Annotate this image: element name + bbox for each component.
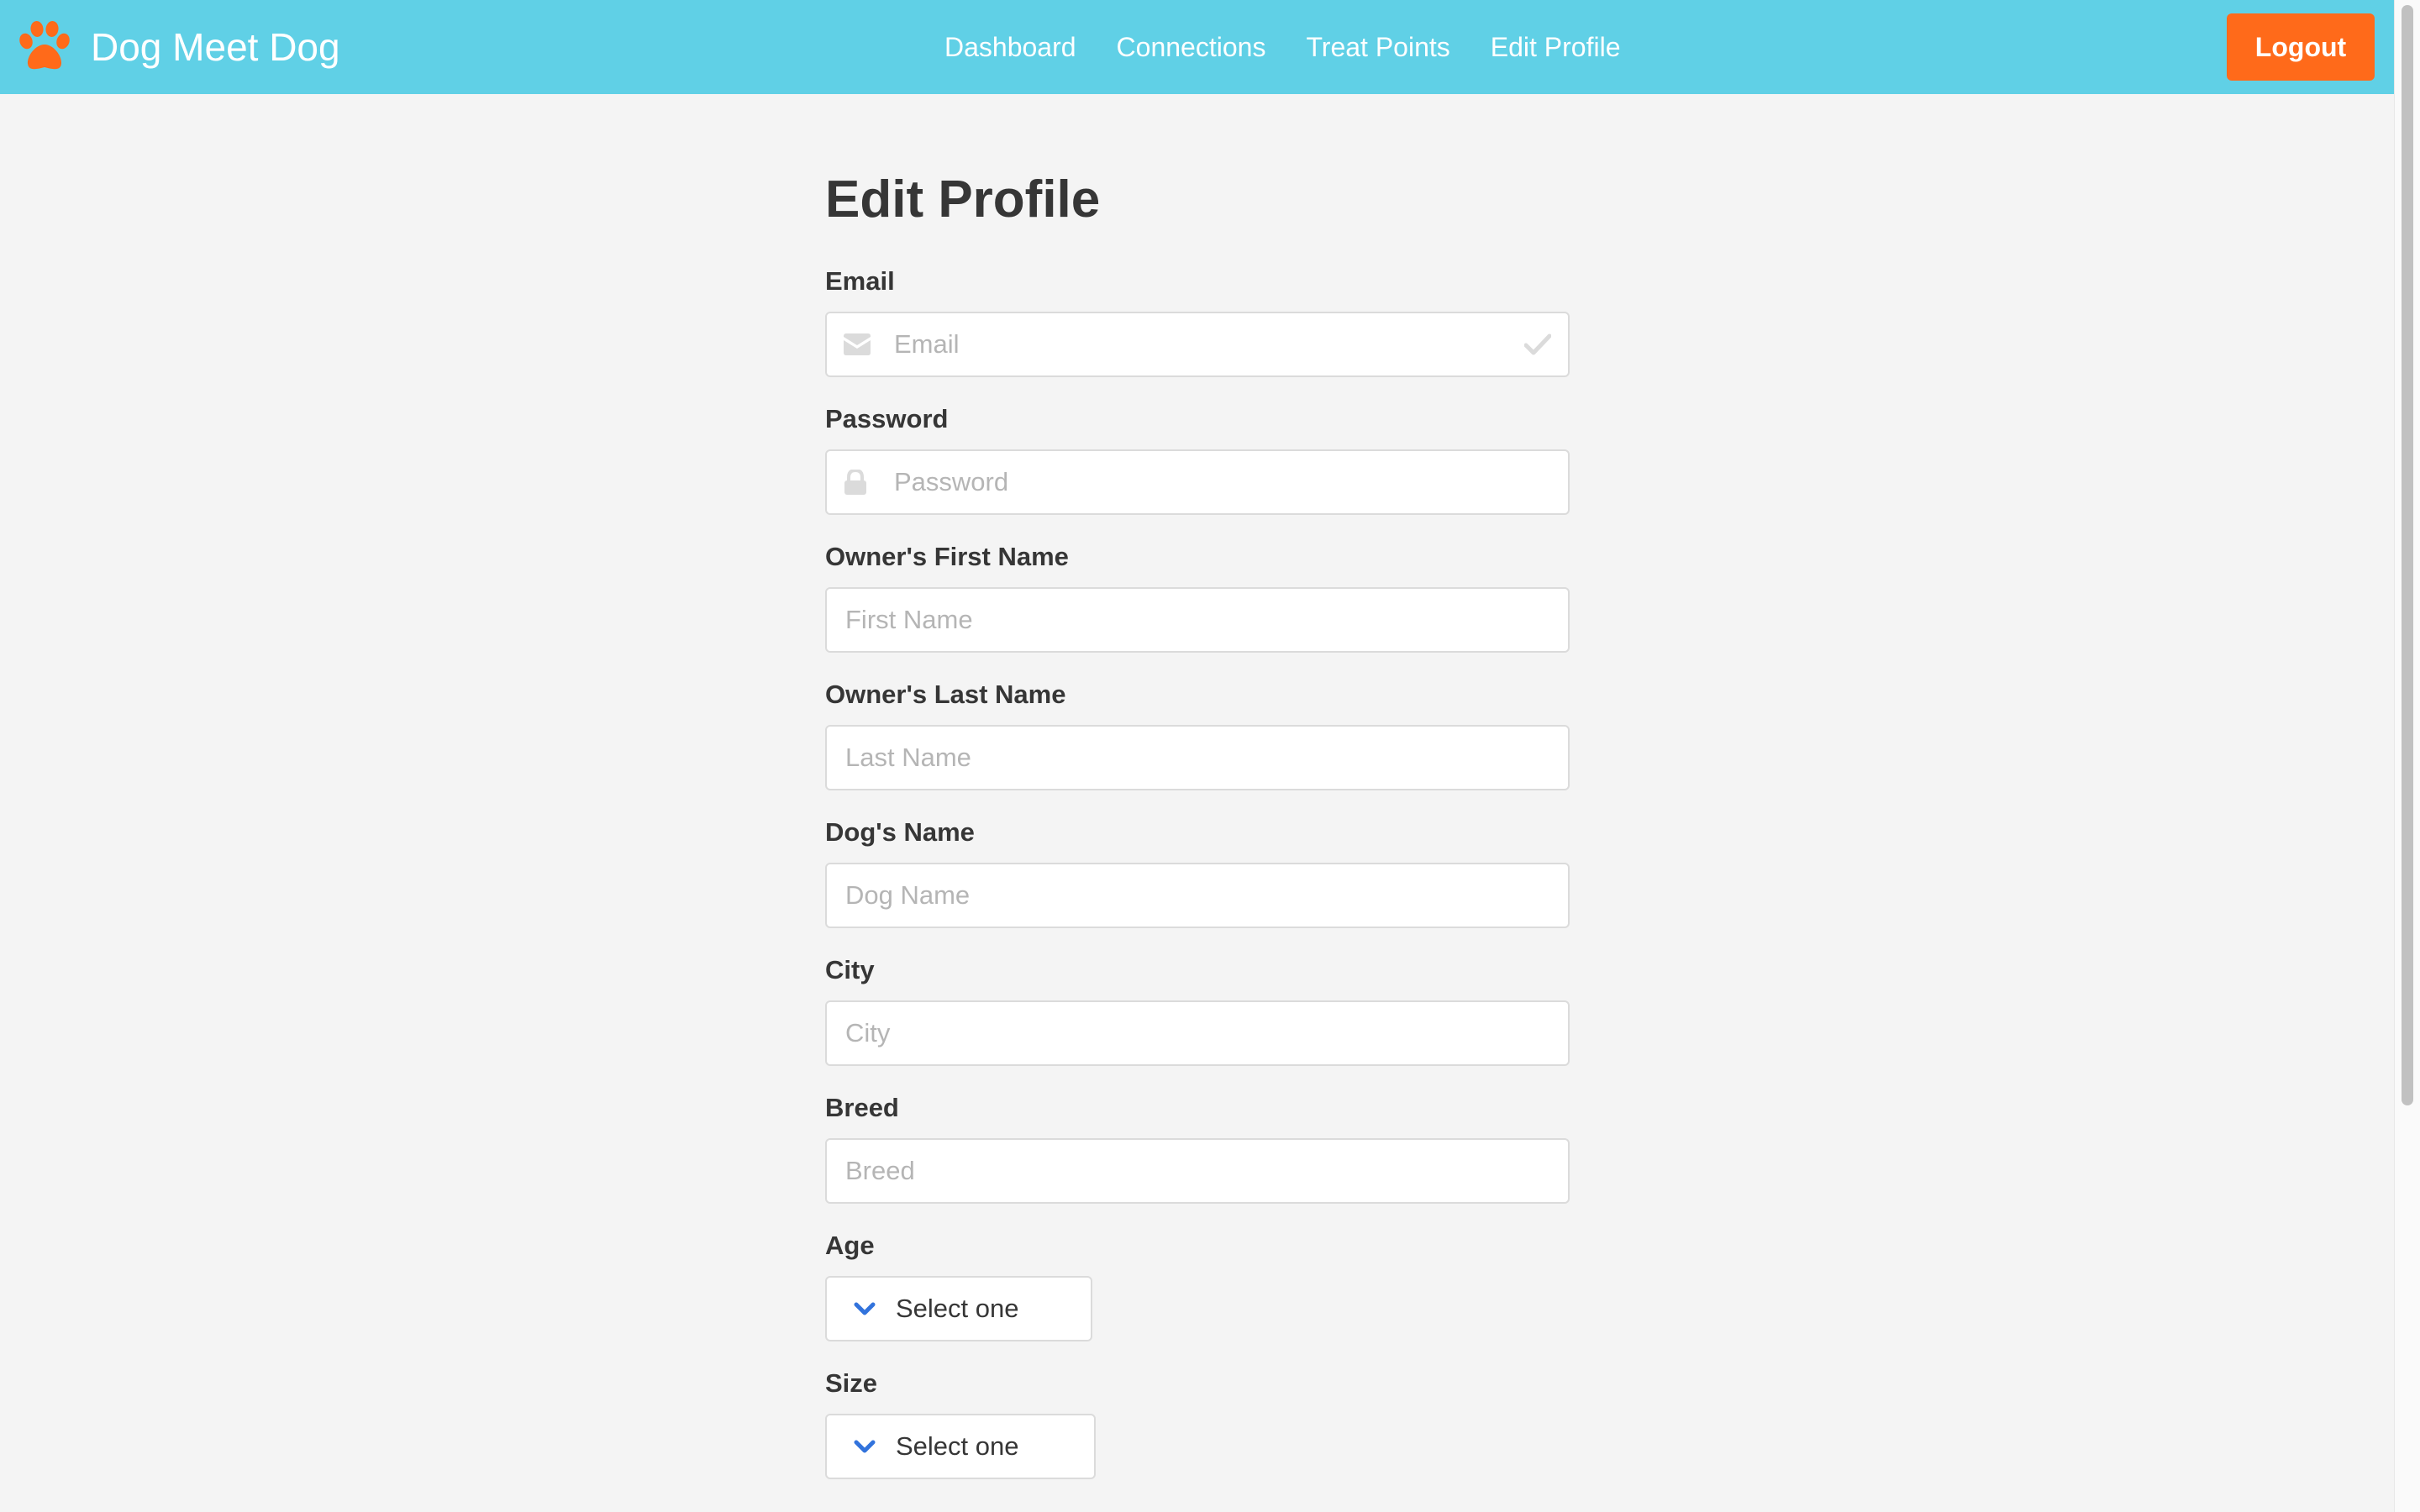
main-nav: Dashboard Connections Treat Points Edit …: [944, 0, 1661, 94]
password-input[interactable]: [825, 449, 1570, 515]
paw-icon: [17, 21, 72, 73]
check-icon: [1524, 312, 1551, 377]
email-label: Email: [825, 266, 895, 296]
lock-icon: [844, 449, 867, 515]
city-field-group: City: [825, 957, 1571, 1066]
chevron-down-icon: [854, 1302, 876, 1315]
city-input[interactable]: [825, 1000, 1570, 1066]
dog-name-label: Dog's Name: [825, 817, 975, 847]
city-input-wrap: [825, 1000, 1570, 1066]
page-scrollbar[interactable]: [2394, 0, 2420, 1512]
nav-connections[interactable]: Connections: [1117, 32, 1266, 63]
password-input-wrap: [825, 449, 1570, 515]
password-label: Password: [825, 404, 949, 433]
dog-name-input-wrap: [825, 863, 1570, 928]
size-field-group: Size Select one: [825, 1370, 1571, 1479]
email-field-group: Email: [825, 268, 1571, 377]
chevron-down-icon: [854, 1440, 876, 1453]
dog-name-input[interactable]: [825, 863, 1570, 928]
first-name-label: Owner's First Name: [825, 542, 1069, 571]
age-select[interactable]: Select one: [825, 1276, 1092, 1341]
nav-dashboard[interactable]: Dashboard: [944, 32, 1076, 63]
top-navbar: Dog Meet Dog Dashboard Connections Treat…: [0, 0, 2394, 94]
breed-input-wrap: [825, 1138, 1570, 1204]
last-name-label: Owner's Last Name: [825, 680, 1066, 709]
breed-field-group: Breed: [825, 1095, 1571, 1204]
city-label: City: [825, 955, 875, 984]
nav-treat-points[interactable]: Treat Points: [1306, 32, 1449, 63]
nav-edit-profile[interactable]: Edit Profile: [1491, 32, 1621, 63]
breed-label: Breed: [825, 1093, 899, 1122]
last-name-input[interactable]: [825, 725, 1570, 790]
last-name-field-group: Owner's Last Name: [825, 681, 1571, 790]
email-input[interactable]: [825, 312, 1570, 377]
scrollbar-thumb[interactable]: [2402, 5, 2413, 1105]
edit-profile-form: Edit Profile Email Password: [825, 164, 1571, 1508]
first-name-input-wrap: [825, 587, 1570, 653]
last-name-input-wrap: [825, 725, 1570, 790]
dog-name-field-group: Dog's Name: [825, 819, 1571, 928]
age-label: Age: [825, 1231, 875, 1260]
password-field-group: Password: [825, 406, 1571, 515]
age-field-group: Age Select one: [825, 1232, 1571, 1341]
email-input-wrap: [825, 312, 1570, 377]
brand[interactable]: Dog Meet Dog: [17, 0, 340, 94]
brand-name: Dog Meet Dog: [91, 25, 340, 69]
first-name-input[interactable]: [825, 587, 1570, 653]
size-label: Size: [825, 1368, 878, 1398]
size-select[interactable]: Select one: [825, 1414, 1096, 1479]
logout-button[interactable]: Logout: [2227, 13, 2375, 81]
size-select-value: Select one: [896, 1431, 1019, 1461]
envelope-icon: [844, 312, 871, 377]
breed-input[interactable]: [825, 1138, 1570, 1204]
page-title: Edit Profile: [825, 171, 1101, 228]
first-name-field-group: Owner's First Name: [825, 543, 1571, 653]
age-select-value: Select one: [896, 1294, 1019, 1323]
